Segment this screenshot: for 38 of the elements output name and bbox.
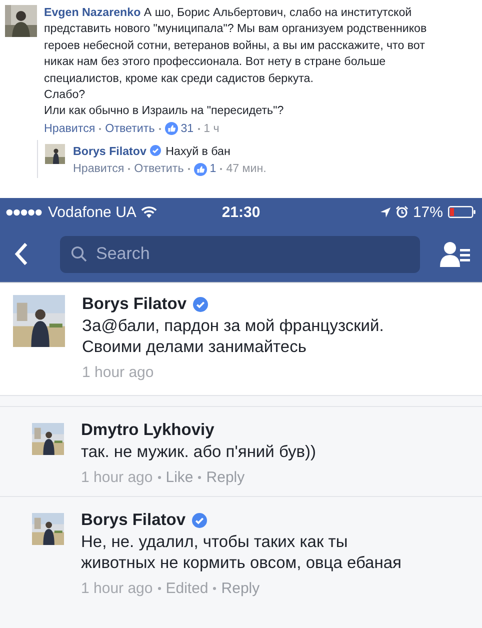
comment-text: Evgen Nazarenko А шо, Борис Альбертович, слабо на институтской представить нового "муниципала"? Мы вам организуем родственников героев небесной сотни, ветеранов войны, а вы им расскажите, что вот никак нам без этого профессионала. Вот нету в стране больше специалистов, кроме как среди садистов беркута. <box>44 5 428 87</box>
author-link[interactable]: Borys Filatov <box>73 144 146 158</box>
search-icon <box>71 246 87 262</box>
timestamp: 1 ч <box>204 120 220 137</box>
reply-text: Borys Filatov Нахуй в бан <box>73 144 232 160</box>
like-count: 31 <box>180 120 194 137</box>
timestamp: 47 мин. <box>226 161 266 178</box>
battery-icon <box>448 206 476 218</box>
timestamp: 1 hour ago <box>81 469 153 486</box>
action-link[interactable]: Ответить <box>134 160 184 178</box>
friend-list-icon[interactable] <box>440 241 470 267</box>
carrier-name: Vodafone UA <box>48 204 136 220</box>
battery-percent: 17% <box>412 204 443 220</box>
action-link[interactable]: Нравится <box>44 120 96 138</box>
timestamp: 1 hour ago <box>81 580 153 597</box>
search-field[interactable]: Search <box>60 236 420 272</box>
back-icon <box>14 242 28 266</box>
edited-label: Edited <box>166 580 208 597</box>
comment-text: Или как обычно в Израиль на "пересидеть"? <box>44 103 285 120</box>
action-link[interactable]: Нравится <box>73 160 124 178</box>
clock-time: 21:30 <box>222 204 260 220</box>
like-icon <box>194 162 207 176</box>
like-count: 1 <box>210 161 216 178</box>
author-name[interactable]: Borys Filatov <box>81 511 186 530</box>
location-arrow-icon <box>380 206 391 218</box>
wifi-icon <box>141 206 158 218</box>
alarm-clock-icon <box>396 206 408 218</box>
comment-text: так. не мужик. або п'яний був)) <box>81 442 316 463</box>
action-link[interactable]: Ответить <box>105 120 155 138</box>
author-link[interactable]: Evgen Nazarenko <box>44 6 141 19</box>
comment-text: За@бали, пардон за мой французский. Своими делами занимайтесь <box>82 316 384 358</box>
author-name[interactable]: Dmytro Lykhoviy <box>81 421 214 440</box>
signal-icon <box>6 208 43 216</box>
author-name[interactable]: Borys Filatov <box>82 295 187 314</box>
comment-text: Не, не. удалил, чтобы таких как ты животных не кормить овсом, овца ебаная <box>81 532 402 574</box>
comment-text: Слабо? <box>44 87 86 104</box>
timestamp: 1 hour ago <box>82 364 154 381</box>
like-icon <box>164 122 178 136</box>
